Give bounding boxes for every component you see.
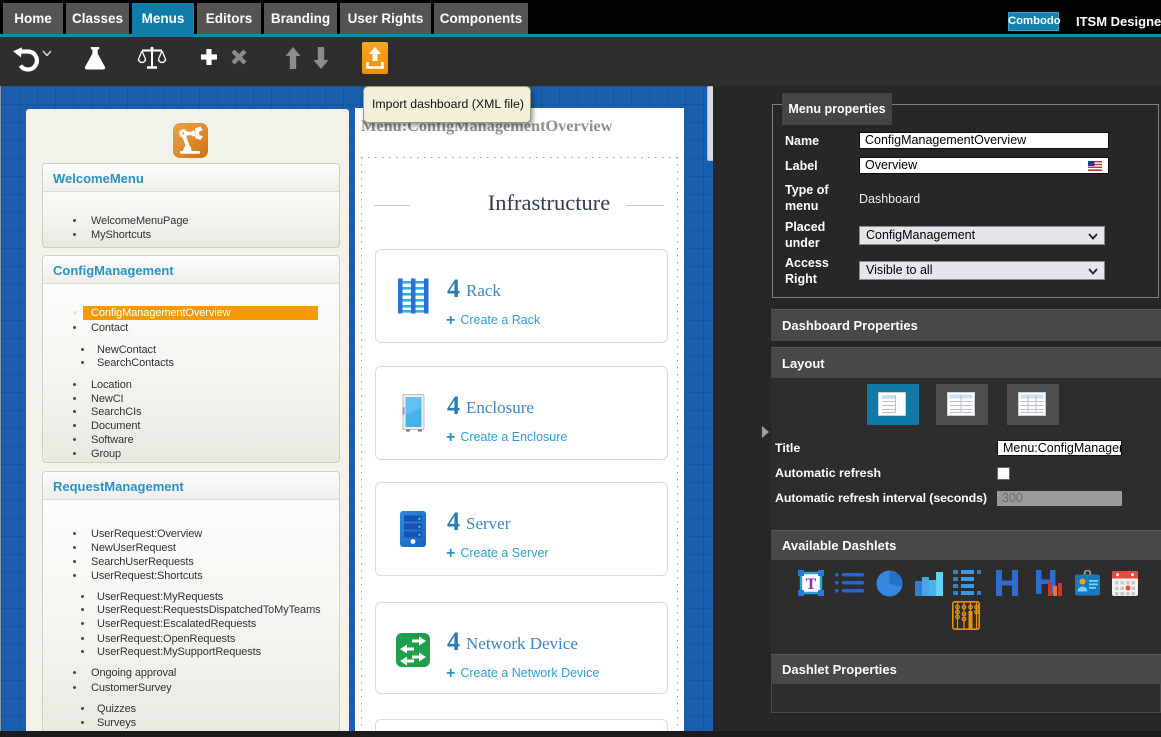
svg-text:T: T	[806, 576, 817, 593]
